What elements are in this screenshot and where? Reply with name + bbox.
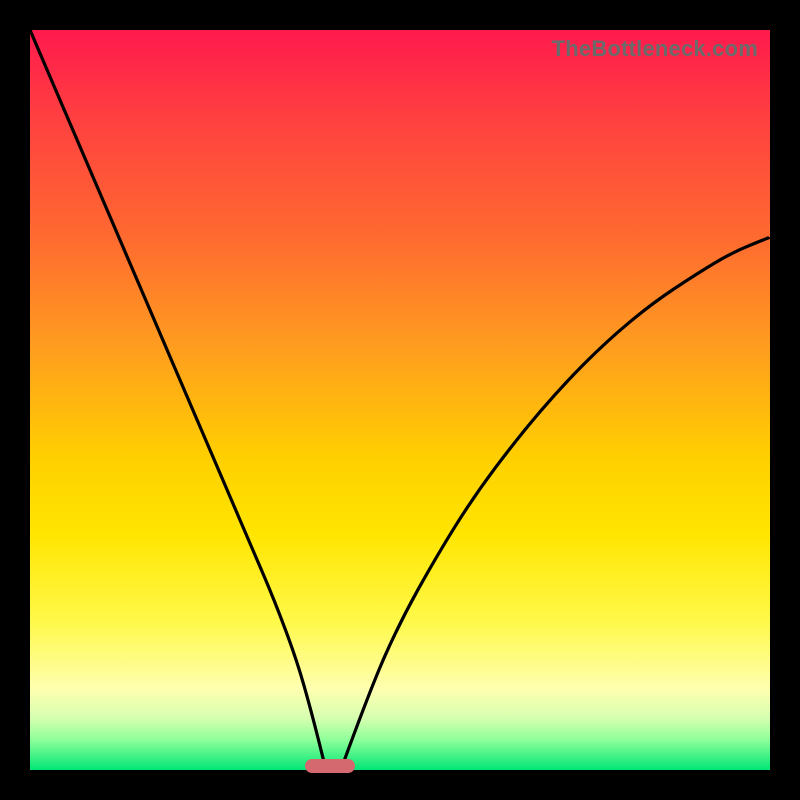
plot-area: TheBottleneck.com — [30, 30, 770, 770]
right-curve — [341, 237, 770, 770]
minimum-marker — [305, 759, 355, 773]
chart-frame: TheBottleneck.com — [0, 0, 800, 800]
curve-layer — [30, 30, 770, 770]
left-curve — [30, 30, 326, 770]
